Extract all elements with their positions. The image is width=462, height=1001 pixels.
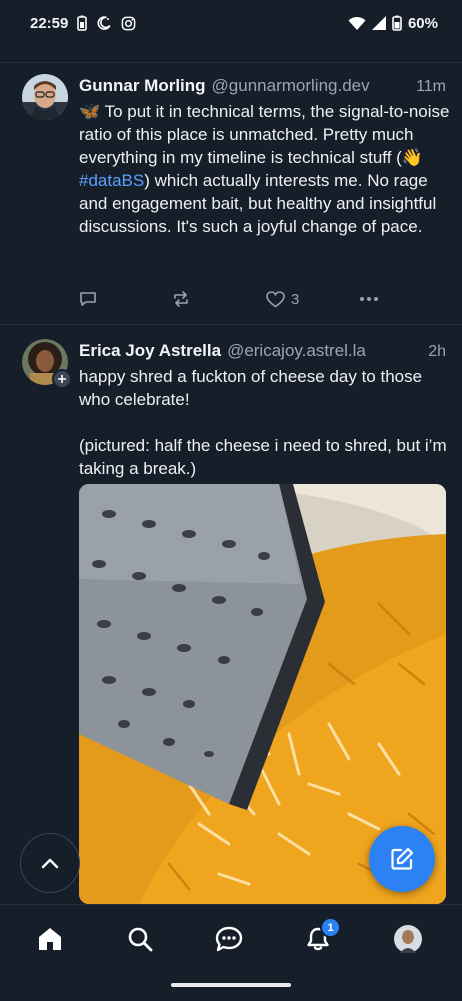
like-count: 3: [291, 290, 300, 308]
tab-profile[interactable]: [380, 917, 436, 961]
repost-icon: [174, 291, 188, 307]
do-not-disturb-icon: [97, 16, 111, 30]
search-icon: [128, 927, 153, 952]
display-name[interactable]: Gunnar Morling: [79, 76, 206, 96]
heart-icon: [266, 290, 285, 307]
avatar[interactable]: [22, 339, 72, 389]
post-paragraph: happy shred a fuckton of cheese day to t…: [79, 367, 423, 409]
follow-button[interactable]: [52, 369, 72, 389]
status-time: 22:59: [30, 14, 69, 32]
scroll-to-top-button[interactable]: [20, 833, 80, 893]
battery-icon: [392, 15, 402, 31]
post-text: 🦋 To put it in technical terms, the sign…: [79, 100, 451, 238]
handle[interactable]: @ericajoy.astrel.la: [227, 341, 420, 361]
avatar[interactable]: [22, 74, 68, 120]
more-button[interactable]: [359, 296, 379, 302]
plus-icon: [58, 375, 66, 383]
post-text-part: 🦋 To put it in technical terms, the sign…: [79, 102, 450, 167]
status-bar: 22:59 60%: [0, 0, 462, 46]
display-name[interactable]: Erica Joy Astrella: [79, 341, 221, 361]
battery-percent: 60%: [407, 14, 438, 32]
signal-icon: [371, 16, 386, 30]
tab-search[interactable]: [112, 917, 168, 961]
notification-badge: 1: [320, 917, 341, 938]
chat-icon: [215, 926, 243, 952]
tab-home[interactable]: [22, 917, 78, 961]
home-icon: [39, 928, 61, 950]
instagram-icon: [122, 16, 136, 30]
home-indicator: [171, 983, 291, 987]
battery-saver-icon: [77, 15, 88, 31]
reply-button[interactable]: [79, 290, 97, 308]
post-time: 2h: [428, 343, 446, 360]
post-text: happy shred a fuckton of cheese day to t…: [79, 365, 451, 480]
post-paragraph: (pictured: half the cheese i need to shr…: [79, 436, 447, 478]
post-1[interactable]: Gunnar Morling @gunnarmorling.dev 11m 🦋 …: [0, 62, 462, 324]
handle[interactable]: @gunnarmorling.dev: [212, 76, 409, 96]
compose-button[interactable]: [369, 826, 435, 892]
tab-messages[interactable]: [201, 917, 257, 961]
more-icon: [360, 297, 378, 301]
repost-button[interactable]: [171, 290, 191, 308]
chevron-up-icon: [41, 858, 59, 869]
profile-avatar: [394, 925, 422, 953]
wifi-icon: [348, 16, 366, 30]
tab-notifications[interactable]: 1: [290, 917, 346, 961]
like-button[interactable]: 3: [266, 291, 299, 308]
compose-icon: [391, 847, 414, 870]
post-time: 11m: [416, 78, 446, 95]
reply-icon: [80, 292, 96, 306]
hashtag-link[interactable]: #dataBS: [79, 171, 144, 190]
